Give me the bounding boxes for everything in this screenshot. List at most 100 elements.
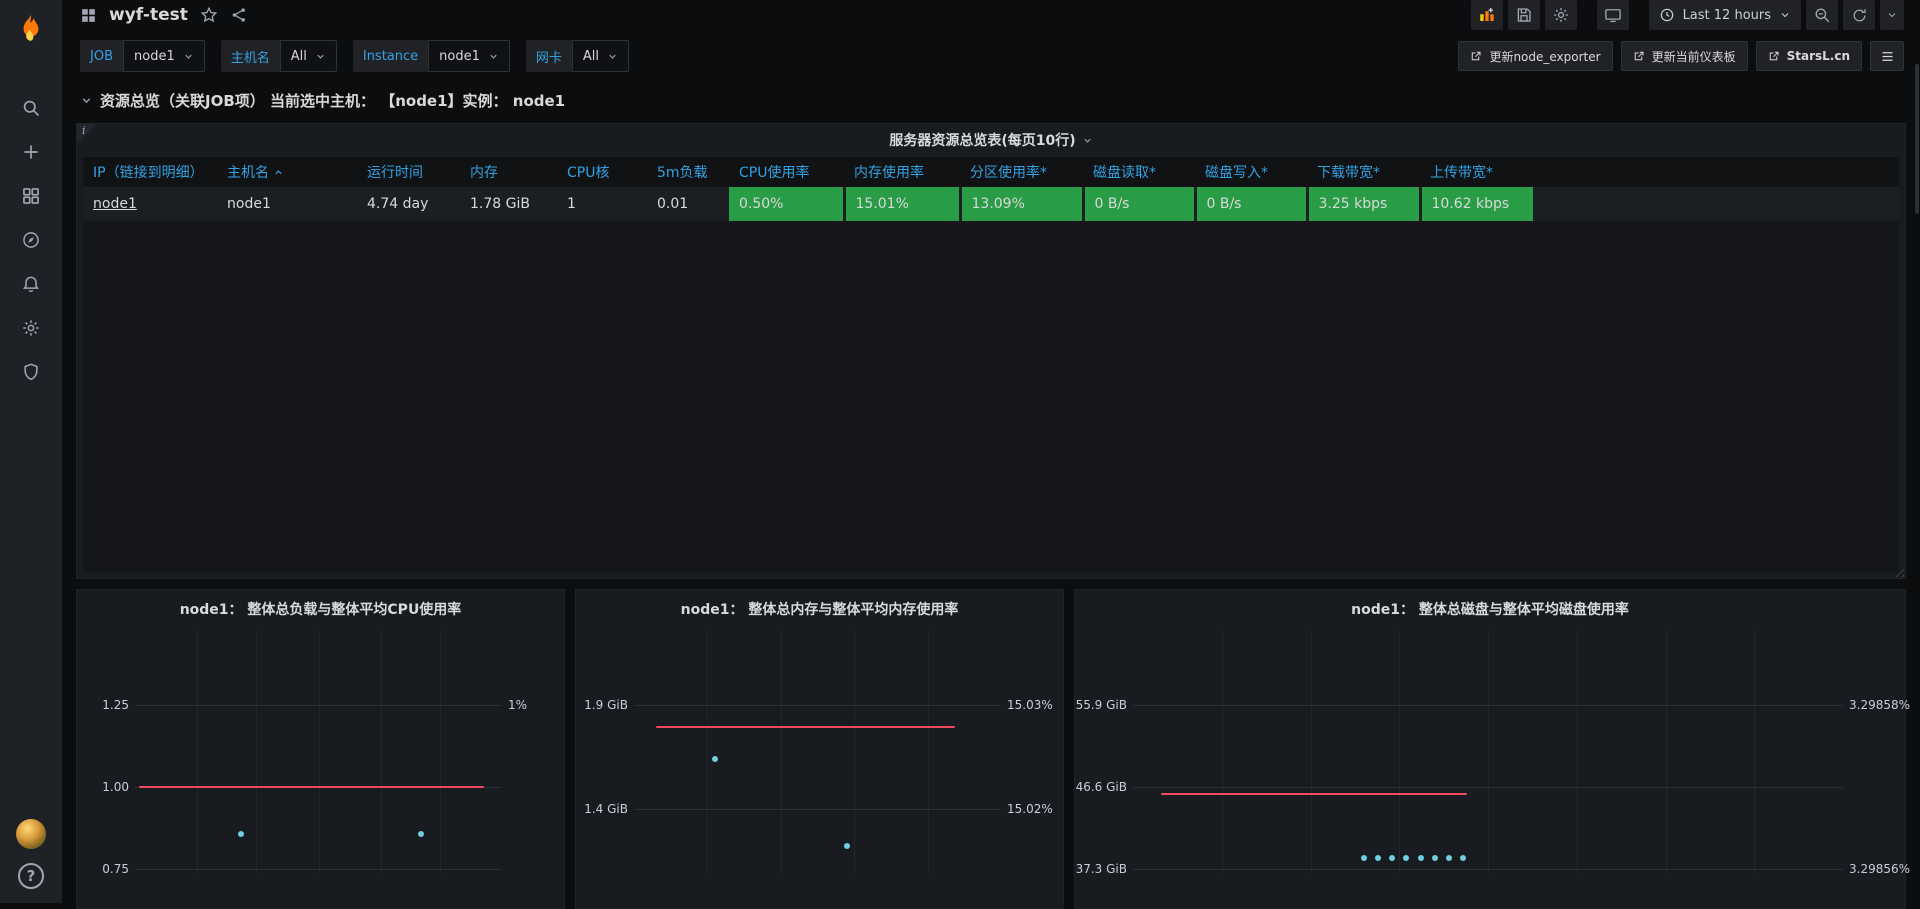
panel-info-icon[interactable]: i (77, 124, 97, 144)
grid-line-vertical (318, 630, 320, 873)
dashboard-scrollbar[interactable] (1915, 64, 1919, 214)
uptime-cell: 4.74 day (367, 196, 429, 212)
grid-line-vertical (380, 630, 382, 873)
sidebar-item-search[interactable] (9, 90, 53, 126)
memory-cell: 1.78 GiB (470, 196, 530, 212)
star-icon[interactable] (200, 6, 218, 24)
link-label: StarsL.cn (1786, 49, 1850, 63)
zoom-out-icon (1813, 6, 1831, 24)
variable-value-dropdown[interactable]: All (279, 40, 337, 72)
column-header-load5m[interactable]: 5m负载 (647, 157, 729, 187)
left-axis-tick-label: 1.4 GiB (584, 801, 628, 816)
line-series (656, 726, 956, 729)
save-dashboard-button[interactable] (1507, 0, 1540, 30)
grid-line-vertical (1665, 630, 1667, 873)
chevron-down-icon (80, 94, 93, 107)
variable-value: All (582, 48, 600, 64)
column-header-disk-read[interactable]: 磁盘读取* (1083, 157, 1195, 187)
sidebar-item-explore[interactable] (9, 222, 53, 258)
variable-value-dropdown[interactable]: node1 (428, 40, 510, 72)
chart-plot[interactable] (135, 630, 502, 873)
variable-value-dropdown[interactable]: All (571, 40, 630, 72)
apps-grid-icon (80, 7, 97, 24)
column-header-disk-write[interactable]: 磁盘写入* (1195, 157, 1307, 187)
sidebar-item-alerting[interactable] (9, 266, 53, 302)
link-starsl-cn[interactable]: StarsL.cn (1755, 41, 1862, 71)
chart-title[interactable]: node1： 整体总内存与整体平均内存使用率 (576, 599, 1063, 619)
mem-usage-cell: 15.01% (844, 187, 962, 221)
tv-icon (1604, 6, 1622, 24)
chart-title[interactable]: node1： 整体总负载与整体平均CPU使用率 (77, 599, 564, 619)
link-update-dashboard[interactable]: 更新当前仪表板 (1620, 41, 1748, 71)
column-header-ip[interactable]: IP（链接到明细） (83, 157, 217, 187)
column-header-label: 分区使用率* (970, 165, 1047, 181)
sidebar-item-dashboards[interactable] (9, 178, 53, 214)
refresh-interval-dropdown[interactable] (1880, 0, 1904, 30)
column-header-upload[interactable]: 上传带宽* (1420, 157, 1534, 187)
user-avatar[interactable] (16, 819, 46, 849)
column-header-label: 主机名 (227, 165, 269, 181)
point-series-dot (1460, 855, 1467, 862)
time-range-label: Last 12 hours (1682, 7, 1771, 23)
column-header-download[interactable]: 下载带宽* (1307, 157, 1420, 187)
server-overview-table-panel: i 服务器资源总览表(每页10行) IP（链接到明细） 主机名 运行时间 内存 … (76, 123, 1906, 579)
left-axis-tick-label: 1.9 GiB (584, 698, 628, 713)
point-series-dot (1445, 855, 1452, 862)
chart-plot[interactable] (1133, 630, 1843, 873)
link-label: 更新node_exporter (1489, 49, 1601, 64)
grid-line-vertical (1754, 630, 1756, 873)
link-label: 更新当前仪表板 (1651, 49, 1736, 64)
left-axis-tick-label: 55.9 GiB (1075, 698, 1127, 713)
partition-usage-cell: 13.09% (960, 187, 1085, 221)
chart-title[interactable]: node1： 整体总磁盘与整体平均磁盘使用率 (1075, 599, 1905, 619)
column-header-hostname[interactable]: 主机名 (217, 157, 357, 187)
plus-icon (21, 142, 41, 162)
chevron-down-icon (315, 51, 326, 62)
column-header-label: 下载带宽* (1317, 165, 1380, 181)
cpu-usage-cell: 0.50% (729, 187, 846, 221)
grid-line-horizontal (135, 705, 502, 707)
dashboard-row-header[interactable]: 资源总览（关联JOB项） 当前选中主机： 【node1】实例： node1 (62, 72, 1920, 119)
dashboard-title[interactable]: wyf-test (109, 5, 188, 25)
download-cell: 3.25 kbps (1307, 187, 1422, 221)
column-header-cpu-cores[interactable]: CPU核 (557, 157, 647, 187)
sidebar-item-configuration[interactable] (9, 310, 53, 346)
table-body: IP（链接到明细） 主机名 运行时间 内存 CPU核 5m负载 CPU使用率 内… (83, 157, 1899, 572)
link-update-node-exporter[interactable]: 更新node_exporter (1458, 41, 1613, 71)
sidebar-item-create[interactable] (9, 134, 53, 170)
column-header-memory[interactable]: 内存 (460, 157, 557, 187)
share-icon[interactable] (230, 6, 248, 24)
zoom-out-button[interactable] (1806, 0, 1838, 30)
column-header-cpu-usage[interactable]: CPU使用率 (729, 157, 844, 187)
time-range-picker[interactable]: Last 12 hours (1648, 0, 1801, 30)
right-axis-tick-label: 15.02% (1007, 801, 1053, 816)
chevron-down-icon (607, 51, 618, 62)
column-header-partition-usage[interactable]: 分区使用率* (960, 157, 1083, 187)
chart-plot[interactable] (634, 630, 1001, 873)
left-axis-tick-label: 1.25 (102, 698, 129, 713)
right-axis-tick-label: 15.03% (1007, 698, 1053, 713)
bell-icon (21, 274, 41, 294)
table-row: node1 node1 4.74 day 1.78 GiB 1 0.01 0.5… (83, 187, 1536, 221)
refresh-button[interactable] (1843, 0, 1875, 30)
grafana-logo[interactable] (10, 8, 52, 50)
column-header-mem-usage[interactable]: 内存使用率 (844, 157, 960, 187)
clock-icon (1659, 7, 1675, 23)
column-header-label: CPU核 (567, 165, 610, 181)
table-panel-title[interactable]: 服务器资源总览表(每页10行) (77, 124, 1905, 156)
dashboard-settings-button[interactable] (1544, 0, 1577, 30)
variable-value-dropdown[interactable]: node1 (123, 40, 205, 72)
grafana-flame-icon (14, 12, 48, 46)
column-header-uptime[interactable]: 运行时间 (357, 157, 460, 187)
sidebar-item-server-admin[interactable] (9, 354, 53, 390)
dashboard-links: 更新node_exporter 更新当前仪表板 StarsL.cn (1458, 41, 1904, 71)
cycle-view-mode-button[interactable] (1596, 0, 1629, 30)
help-icon[interactable]: ? (18, 863, 44, 889)
point-series-dot (1374, 855, 1381, 862)
grid-line-vertical (439, 630, 441, 873)
add-panel-button[interactable] (1470, 0, 1503, 30)
links-menu-button[interactable] (1870, 41, 1904, 71)
grid-line-vertical (197, 630, 199, 873)
ip-link-cell[interactable]: node1 (83, 187, 217, 221)
grid-line-vertical (854, 630, 856, 873)
